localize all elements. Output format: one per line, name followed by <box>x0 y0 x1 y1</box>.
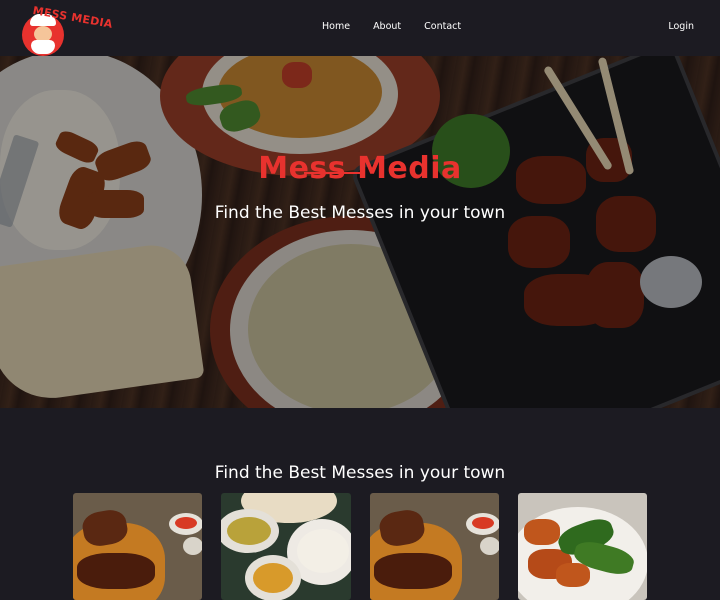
hero-banner: Mess Media Find the Best Messes in your … <box>0 56 720 408</box>
nav-menu: Home About Contact <box>322 21 461 32</box>
section-title: Find the Best Messes in your town <box>214 463 506 483</box>
mess-card-chicken-salad[interactable] <box>517 493 647 600</box>
nav-home-link[interactable]: Home <box>322 21 350 32</box>
navbar: MESS MEDIA Home About Contact Login <box>0 0 720 56</box>
login-link[interactable]: Login <box>668 21 694 32</box>
mess-card-thali[interactable] <box>221 493 351 600</box>
mess-card-biryani-1[interactable] <box>73 493 203 600</box>
mess-media-logo[interactable]: MESS MEDIA <box>20 4 114 56</box>
nav-about-link[interactable]: About <box>373 21 401 32</box>
nav-contact-link[interactable]: Contact <box>424 21 461 32</box>
mess-card-biryani-2[interactable] <box>369 493 499 600</box>
hero-title: Mess Media <box>258 151 462 186</box>
hero-subtitle: Find the Best Messes in your town <box>214 203 506 223</box>
chef-coat-icon <box>31 40 55 54</box>
mess-cards <box>73 493 647 600</box>
